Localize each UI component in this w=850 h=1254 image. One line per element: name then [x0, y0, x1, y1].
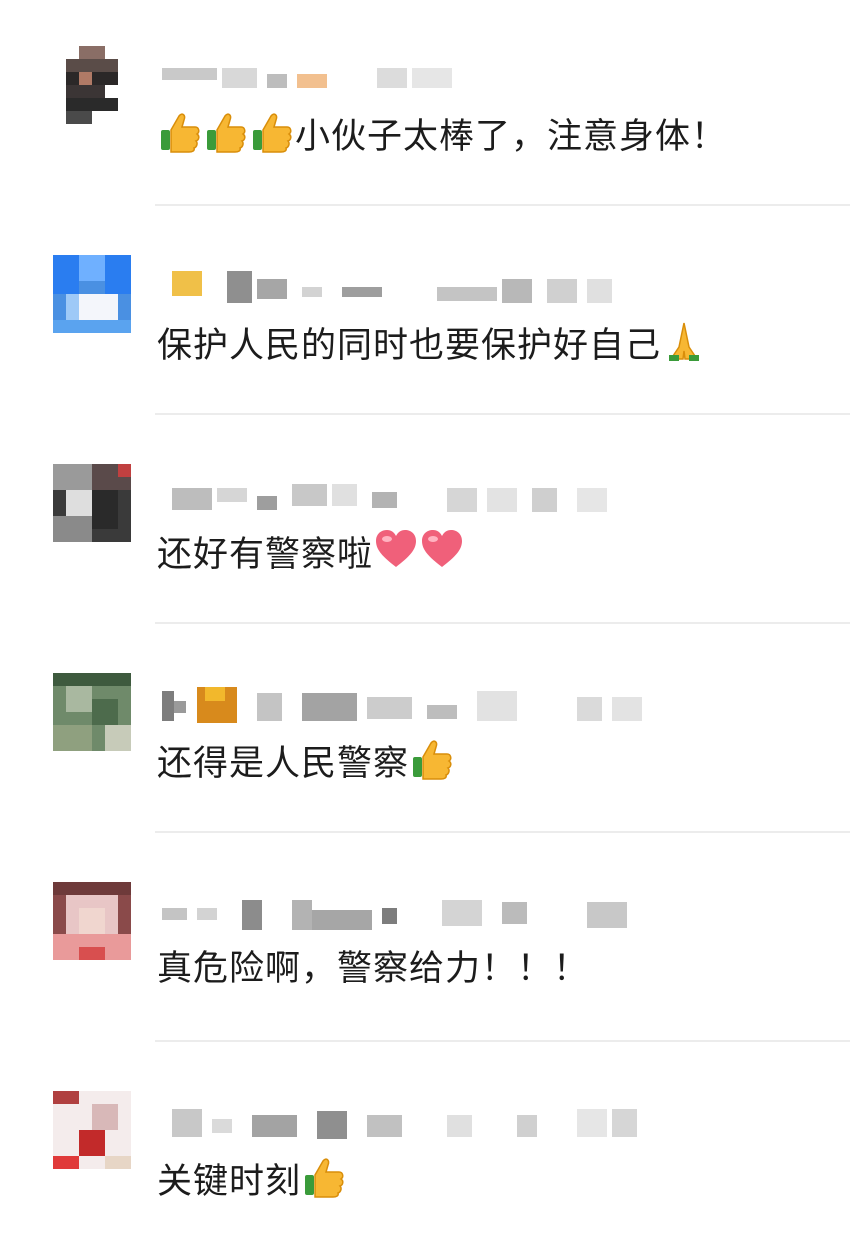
divider [155, 413, 850, 415]
avatar[interactable] [53, 464, 131, 542]
thumbs-up-icon [409, 735, 455, 781]
comment-item: 关键时刻 [0, 1045, 850, 1254]
username-blurred[interactable] [157, 478, 657, 520]
comment-item: 保护人民的同时也要保护好自己 [0, 209, 850, 418]
username-blurred[interactable] [157, 60, 657, 102]
divider [155, 204, 850, 206]
avatar[interactable] [53, 46, 131, 124]
comment-text-content: 保护人民的同时也要保护好自己 [157, 326, 662, 366]
comment-item: 还得是人民警察 [0, 627, 850, 836]
comment-item: 真危险啊，警察给力！！！ [0, 836, 850, 1045]
comment-text-content: 真危险啊，警察给力！！！ [157, 949, 590, 989]
divider [155, 831, 850, 833]
comment-text-content: 还得是人民警察 [157, 744, 410, 784]
folded-hands-icon [661, 317, 707, 363]
thumbs-up-icon [249, 108, 295, 154]
comment-text-content: 还好有警察啦 [157, 535, 374, 575]
comment-text: 还得是人民警察 [157, 735, 455, 789]
red-heart-icon [419, 526, 465, 572]
comment-item: 小伙子太棒了，注意身体！ [0, 0, 850, 209]
comment-item: 还好有警察啦 [0, 418, 850, 627]
comment-text: 关键时刻 [157, 1153, 347, 1207]
username-blurred[interactable] [157, 687, 657, 729]
comment-text-content: 小伙子太棒了，注意身体！ [295, 117, 728, 157]
thumbs-up-icon [157, 108, 203, 154]
comment-text: 真危险啊，警察给力！！！ [157, 944, 589, 994]
thumbs-up-icon [203, 108, 249, 154]
red-heart-icon [373, 526, 419, 572]
comment-text: 小伙子太棒了，注意身体！ [157, 108, 727, 162]
avatar[interactable] [53, 255, 131, 333]
avatar[interactable] [53, 673, 131, 751]
username-blurred[interactable] [157, 896, 657, 938]
comment-text: 还好有警察啦 [157, 526, 465, 580]
comment-text-content: 关键时刻 [157, 1162, 302, 1202]
username-blurred[interactable] [157, 269, 657, 311]
divider [155, 1040, 850, 1042]
comment-list: 小伙子太棒了，注意身体！ 保护人民的同时也要保护好自己 还好有警察啦 还得是人民… [0, 0, 850, 1235]
divider [155, 622, 850, 624]
comment-text: 保护人民的同时也要保护好自己 [157, 317, 707, 371]
avatar[interactable] [53, 882, 131, 960]
thumbs-up-icon [301, 1153, 347, 1199]
avatar[interactable] [53, 1091, 131, 1169]
username-blurred[interactable] [157, 1105, 657, 1147]
